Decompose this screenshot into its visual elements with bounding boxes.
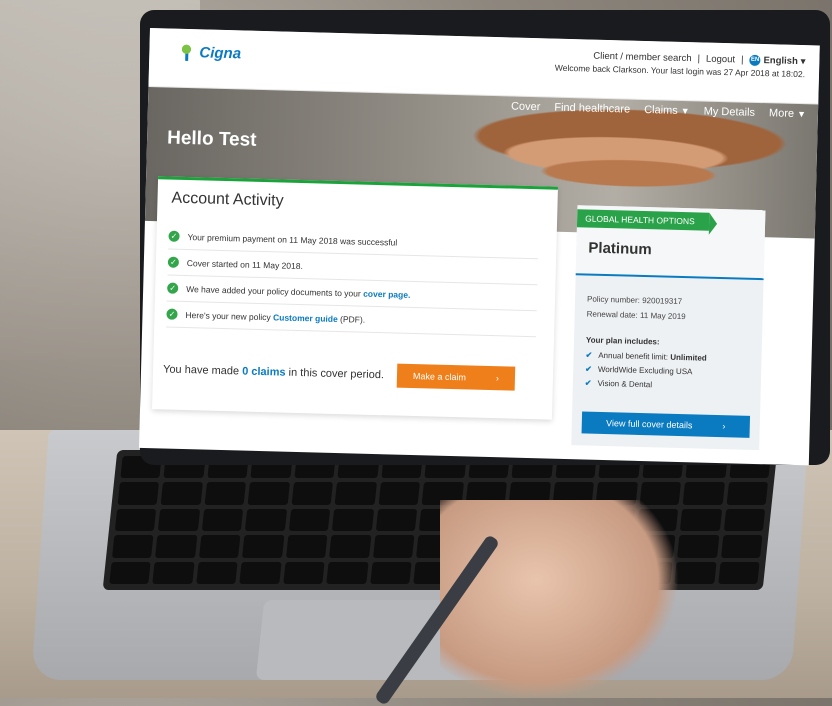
activity-list: ✓ Your premium payment on 11 May 2018 wa… bbox=[166, 223, 539, 338]
language-label: English bbox=[763, 55, 798, 67]
activity-text-part: Here's your new policy bbox=[185, 309, 274, 322]
plan-card: GLOBAL HEALTH OPTIONS Platinum Policy nu… bbox=[571, 205, 766, 451]
activity-text-suffix: (PDF). bbox=[337, 313, 366, 325]
plan-name: Platinum bbox=[588, 239, 652, 259]
chevron-right-icon: › bbox=[722, 421, 726, 432]
limit-prefix: Annual benefit limit: bbox=[598, 350, 671, 362]
claims-prefix: You have made bbox=[162, 363, 243, 378]
chevron-right-icon: › bbox=[495, 373, 500, 384]
user-hand bbox=[440, 500, 680, 700]
logo-text: Cigna bbox=[199, 43, 242, 62]
plan-tag: GLOBAL HEALTH OPTIONS bbox=[576, 209, 709, 231]
nav-claims[interactable]: Claims ▼ bbox=[644, 104, 690, 117]
plan-includes: Your plan includes: ✔ Annual benefit lim… bbox=[585, 336, 708, 394]
nav-my-details[interactable]: My Details bbox=[704, 106, 756, 119]
nav-find-healthcare[interactable]: Find healthcare bbox=[554, 102, 630, 116]
logout-link[interactable]: Logout bbox=[706, 53, 735, 67]
includes-title: Your plan includes: bbox=[585, 335, 660, 347]
activity-title: Account Activity bbox=[171, 189, 284, 210]
plan-header: GLOBAL HEALTH OPTIONS Platinum bbox=[575, 205, 766, 281]
utility-links: Client / member search | Logout | EN Eng… bbox=[555, 49, 806, 82]
check-circle-icon: ✓ bbox=[166, 308, 178, 320]
chevron-down-icon: ▼ bbox=[796, 108, 807, 120]
nav-more-label: More bbox=[768, 107, 795, 120]
separator: | bbox=[697, 53, 701, 65]
nav-more[interactable]: More ▼ bbox=[769, 107, 806, 120]
check-circle-icon: ✓ bbox=[168, 230, 180, 242]
activity-text: Cover started on 11 May 2018. bbox=[186, 257, 304, 271]
claims-suffix: in this cover period. bbox=[285, 366, 385, 382]
include-text: Vision & Dental bbox=[597, 378, 653, 390]
view-cover-details-button[interactable]: View full cover details › bbox=[581, 411, 751, 438]
separator: | bbox=[740, 54, 744, 66]
browser-screen: Cigna Client / member search | Logout | … bbox=[139, 28, 820, 466]
policy-details: Policy number: 920019317 Renewal date: 1… bbox=[586, 292, 686, 325]
nav-claims-label: Claims bbox=[643, 103, 678, 117]
checkmark-icon: ✔ bbox=[584, 378, 592, 388]
chevron-down-icon: ▾ bbox=[800, 56, 806, 67]
language-badge: EN bbox=[749, 54, 761, 66]
tree-logo-icon bbox=[177, 42, 196, 62]
customer-guide-link[interactable]: Customer guide bbox=[273, 312, 338, 324]
activity-text: Your premium payment on 11 May 2018 was … bbox=[187, 231, 398, 248]
greeting-heading: Hello Test bbox=[166, 127, 257, 151]
activity-text: Here's your new policy Customer guide (P… bbox=[185, 310, 365, 325]
main-nav: Cover Find healthcare Claims ▼ My Detail… bbox=[511, 100, 806, 120]
claims-count[interactable]: 0 claims bbox=[242, 366, 286, 379]
account-activity-card: Account Activity ✓ Your premium payment … bbox=[152, 176, 558, 420]
claims-summary: You have made 0 claims in this cover per… bbox=[163, 363, 384, 381]
nav-cover[interactable]: Cover bbox=[511, 100, 541, 113]
view-cover-label: View full cover details bbox=[605, 418, 693, 431]
check-circle-icon: ✓ bbox=[167, 282, 179, 294]
cover-page-link[interactable]: cover page. bbox=[363, 288, 410, 299]
check-circle-icon: ✓ bbox=[167, 256, 180, 268]
activity-text-part: We have added your policy documents to y… bbox=[186, 283, 364, 299]
checkmark-icon: ✔ bbox=[585, 364, 593, 374]
cigna-logo[interactable]: Cigna bbox=[177, 42, 242, 63]
limit-value: Unlimited bbox=[670, 352, 707, 363]
activity-text: We have added your policy documents to y… bbox=[186, 284, 410, 300]
chevron-down-icon: ▼ bbox=[680, 105, 690, 117]
checkmark-icon: ✔ bbox=[585, 350, 593, 360]
make-claim-label: Make a claim bbox=[412, 371, 467, 383]
make-claim-button[interactable]: Make a claim › bbox=[396, 363, 516, 391]
renewal-date: Renewal date: 11 May 2019 bbox=[586, 309, 686, 322]
